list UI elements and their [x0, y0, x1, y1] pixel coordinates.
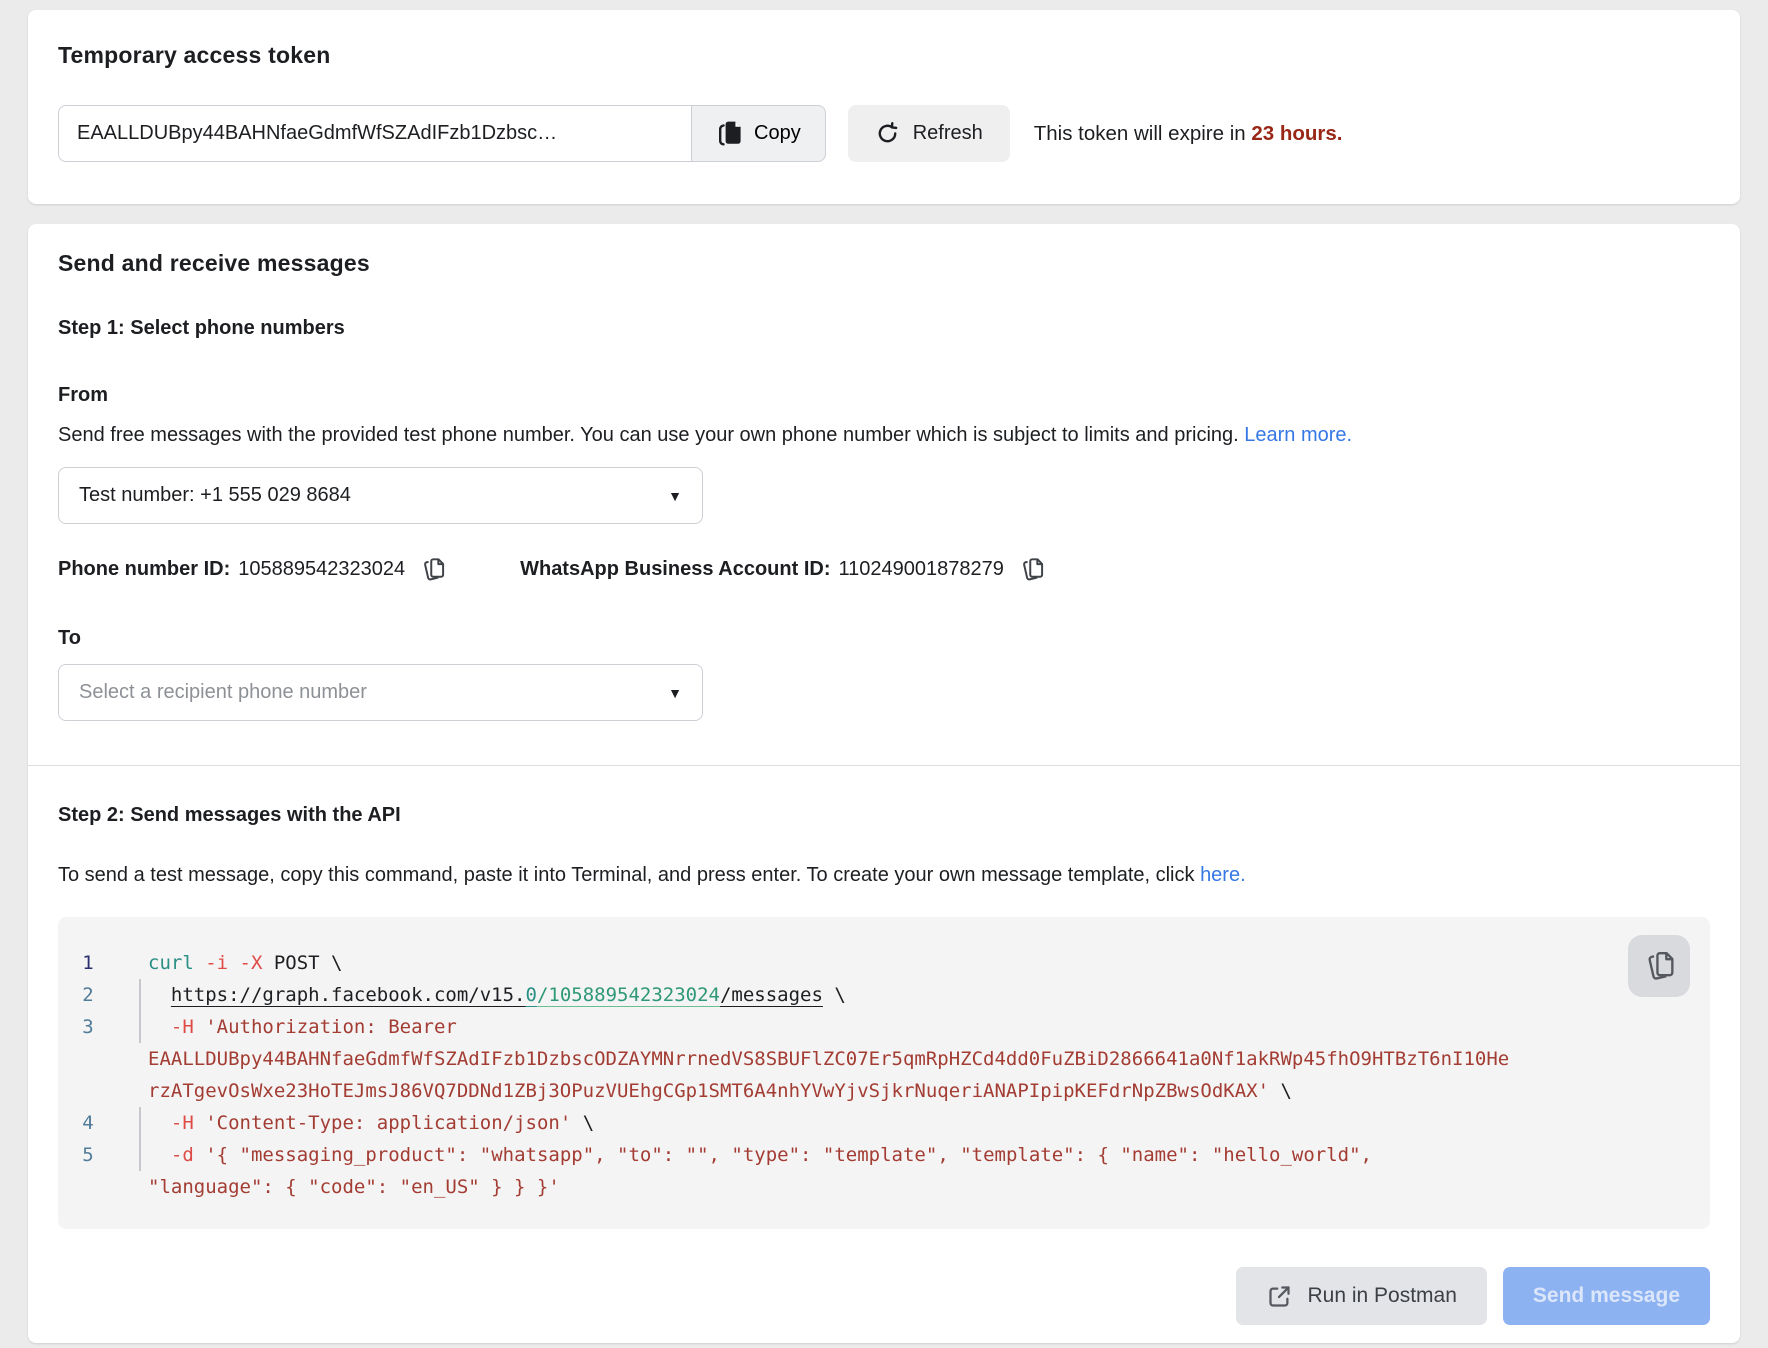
chevron-down-icon: ▼: [668, 685, 682, 701]
ids-row: Phone number ID: 105889542323024 WhatsAp…: [58, 556, 1710, 583]
code-line: "language": { "code": "en_US" } } }': [58, 1171, 1710, 1203]
send-message-button[interactable]: Send message: [1503, 1267, 1710, 1325]
run-in-postman-button[interactable]: Run in Postman: [1236, 1267, 1487, 1325]
to-select-wrap: Select a recipient phone number ▼: [58, 664, 1710, 721]
copy-waba-id-button[interactable]: [1019, 556, 1044, 583]
footer-actions: Run in Postman Send message: [58, 1267, 1710, 1327]
phone-number-id-value: 105889542323024: [238, 558, 405, 581]
copy-code-button[interactable]: [1628, 935, 1690, 997]
copy-button-label: Copy: [754, 122, 801, 145]
code-line: 2 https://graph.facebook.com/v15.0/10588…: [58, 979, 1710, 1011]
from-number-select[interactable]: Test number: +1 555 029 8684 ▼: [58, 467, 703, 524]
send-message-label: Send message: [1533, 1284, 1680, 1308]
copy-filled-icon: [716, 119, 743, 148]
token-expiry-text: This token will expire in 23 hours.: [1034, 122, 1343, 146]
messages-card-title: Send and receive messages: [58, 250, 1710, 277]
waba-id-value: 110249001878279: [838, 558, 1003, 581]
run-in-postman-label: Run in Postman: [1308, 1284, 1457, 1308]
step1-heading: Step 1: Select phone numbers: [58, 317, 1710, 340]
step2-description: To send a test message, copy this comman…: [58, 861, 1710, 889]
external-link-icon: [1266, 1283, 1293, 1310]
to-label: To: [58, 627, 1710, 650]
to-number-placeholder: Select a recipient phone number: [79, 681, 367, 704]
here-link[interactable]: here.: [1200, 864, 1246, 886]
from-number-selected-value: Test number: +1 555 029 8684: [79, 484, 351, 507]
token-row: EAALLDUBpy44BAHNfaeGdmfWfSZAdIFzb1Dzbsc……: [58, 105, 1710, 162]
refresh-button-label: Refresh: [913, 122, 983, 145]
copy-outline-icon: [1019, 556, 1044, 583]
copy-outline-icon: [420, 556, 445, 583]
from-label: From: [58, 384, 1710, 407]
token-expiry-prefix: This token will expire in: [1034, 122, 1252, 145]
copy-outline-icon: [1643, 949, 1675, 983]
phone-number-id-label: Phone number ID:: [58, 558, 230, 581]
code-block: 1curl -i -X POST \2 https://graph.facebo…: [58, 917, 1710, 1229]
code-line: 4 -H 'Content-Type: application/json' \: [58, 1107, 1710, 1139]
token-card-title: Temporary access token: [58, 42, 1710, 69]
waba-id-group: WhatsApp Business Account ID: 1102490018…: [520, 556, 1044, 583]
refresh-token-button[interactable]: Refresh: [848, 105, 1010, 162]
page: Temporary access token EAALLDUBpy44BAHNf…: [0, 0, 1768, 1343]
phone-number-id-group: Phone number ID: 105889542323024: [58, 556, 445, 583]
step2-heading: Step 2: Send messages with the API: [58, 804, 1710, 827]
code-rows: 1curl -i -X POST \2 https://graph.facebo…: [58, 947, 1710, 1203]
refresh-icon: [875, 121, 900, 146]
code-line: 1curl -i -X POST \: [58, 947, 1710, 979]
from-description-text: Send free messages with the provided tes…: [58, 424, 1244, 446]
token-expiry-hours: 23 hours.: [1251, 122, 1342, 145]
waba-id-label: WhatsApp Business Account ID:: [520, 558, 830, 581]
code-line: EAALLDUBpy44BAHNfaeGdmfWfSZAdIFzb1DzbscO…: [58, 1043, 1710, 1075]
chevron-down-icon: ▼: [668, 488, 682, 504]
send-receive-messages-card: Send and receive messages Step 1: Select…: [28, 224, 1740, 1343]
code-line: 5 -d '{ "messaging_product": "whatsapp",…: [58, 1139, 1710, 1171]
code-line: rzATgevOsWxe23HoTEJmsJ86VQ7DDNd1ZBj3OPuz…: [58, 1075, 1710, 1107]
temporary-access-token-card: Temporary access token EAALLDUBpy44BAHNf…: [28, 10, 1740, 204]
learn-more-link[interactable]: Learn more.: [1244, 424, 1352, 446]
section-divider: [28, 765, 1740, 766]
copy-phone-number-id-button[interactable]: [420, 556, 445, 583]
access-token-field[interactable]: EAALLDUBpy44BAHNfaeGdmfWfSZAdIFzb1Dzbsc…: [58, 105, 691, 162]
code-line: 3 -H 'Authorization: Bearer: [58, 1011, 1710, 1043]
step2-description-text: To send a test message, copy this comman…: [58, 864, 1200, 886]
to-number-select[interactable]: Select a recipient phone number ▼: [58, 664, 703, 721]
from-description: Send free messages with the provided tes…: [58, 421, 1710, 449]
copy-token-button[interactable]: Copy: [691, 105, 826, 162]
